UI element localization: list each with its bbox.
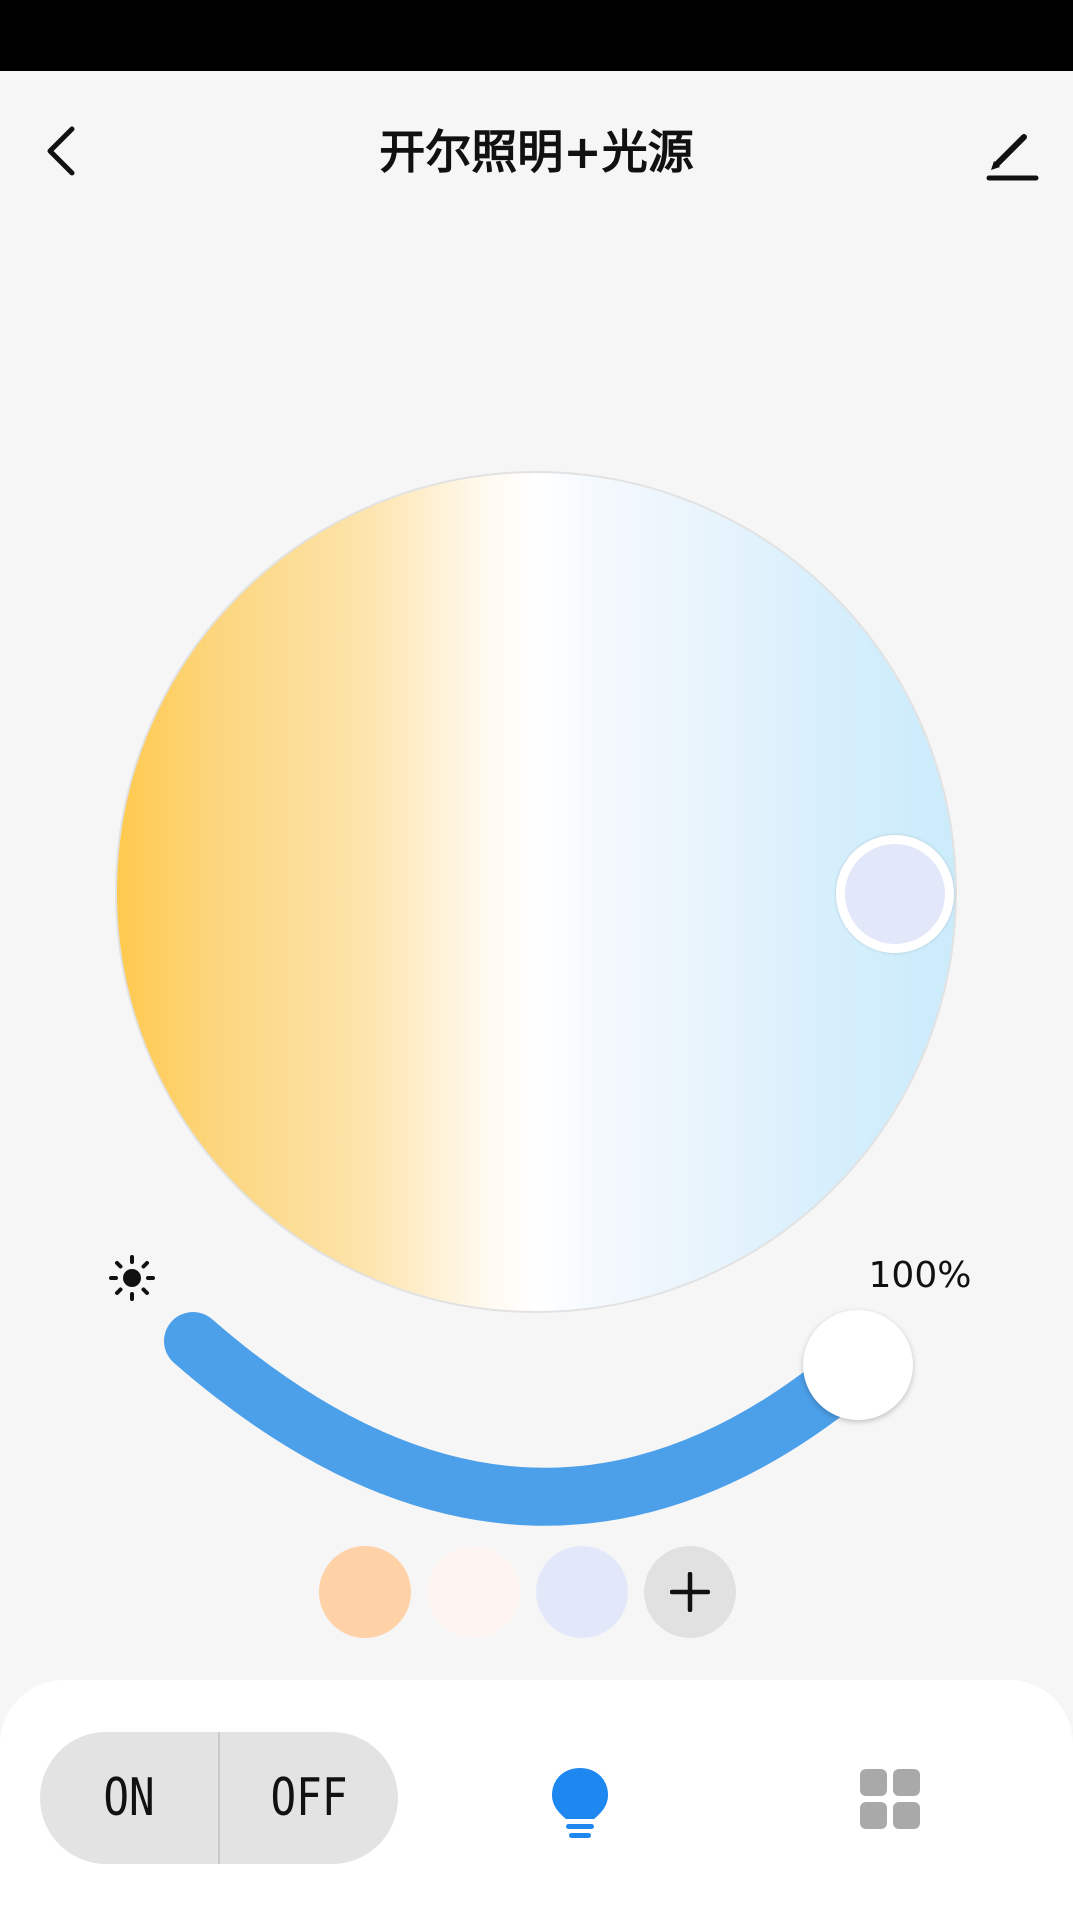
page-title: 开尔照明+光源 <box>379 125 694 179</box>
preset-color-2[interactable] <box>428 1546 520 1638</box>
brightness-slider[interactable] <box>0 1300 1073 1540</box>
color-temperature-wheel[interactable] <box>115 471 957 1313</box>
brightness-value: 100% <box>868 1255 972 1296</box>
edit-button[interactable] <box>980 125 1040 185</box>
divider <box>218 1732 220 1864</box>
status-bar <box>0 0 1073 71</box>
add-preset-button[interactable] <box>644 1546 736 1638</box>
preset-color-3[interactable] <box>536 1546 628 1638</box>
off-button[interactable]: OFF <box>236 1732 382 1864</box>
on-button[interactable]: ON <box>56 1732 202 1864</box>
bulb-icon <box>552 1768 608 1838</box>
sun-icon <box>109 1255 155 1301</box>
plus-icon <box>670 1572 710 1612</box>
header: 开尔照明+光源 <box>0 71 1073 241</box>
preset-color-1[interactable] <box>319 1546 411 1638</box>
power-toggle: ON OFF <box>40 1732 398 1864</box>
tab-light[interactable] <box>546 1764 614 1840</box>
brightness-slider-thumb[interactable] <box>803 1310 913 1420</box>
pencil-icon <box>986 134 1039 181</box>
grid-icon <box>860 1769 920 1829</box>
tab-scenes[interactable] <box>859 1768 921 1830</box>
bottom-panel: ON OFF <box>0 1680 1073 1913</box>
color-temperature-picker[interactable] <box>836 835 954 953</box>
